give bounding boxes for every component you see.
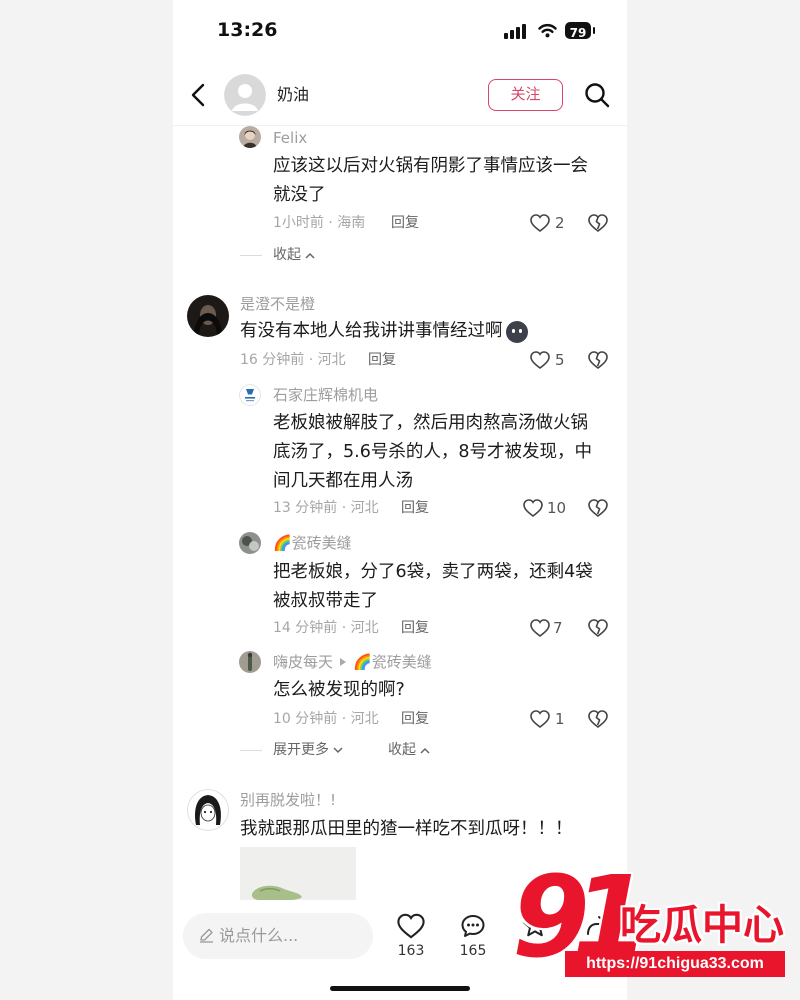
fold-divider: [240, 255, 262, 256]
battery-tip: [593, 27, 595, 34]
chevron-up-icon: [305, 252, 315, 259]
signal-icon: [504, 24, 526, 39]
comment-input-placeholder: 说点什么...: [219, 926, 299, 945]
reply-text: 应该这以后对火锅有阴影了事情应该一会 就没了: [273, 152, 588, 210]
like-icon[interactable]: [523, 499, 543, 517]
reply-button[interactable]: 回复: [401, 499, 429, 517]
user-photo-icon: [187, 295, 229, 337]
shoe-image-icon: [251, 885, 302, 901]
reply-time-location: 13 分钟前 · 河北: [273, 500, 379, 516]
like-total-count: 163: [397, 943, 425, 959]
reply-button[interactable]: 回复: [368, 351, 396, 369]
reply-time-location: 10 分钟前 · 河北: [273, 711, 379, 727]
comment-image[interactable]: [240, 847, 356, 907]
author-name[interactable]: 奶油: [277, 85, 309, 105]
dislike-icon[interactable]: [588, 214, 608, 232]
reply-avatar[interactable]: [239, 651, 261, 673]
reply-button[interactable]: 回复: [391, 214, 419, 232]
pencil-icon: [200, 928, 213, 943]
battery-level: 79: [569, 26, 587, 40]
like-count: 5: [555, 351, 565, 369]
chevron-up-icon: [420, 747, 430, 754]
reply-username[interactable]: 石家庄辉棉机电: [273, 386, 378, 404]
sticker-emoji-icon: [505, 320, 528, 343]
reply-time-location: 1小时前 · 海南: [273, 215, 366, 231]
reply-username[interactable]: 嗨皮每天: [273, 653, 333, 671]
reply-username[interactable]: 🌈瓷砖美缝: [273, 534, 352, 552]
reply-avatar[interactable]: [239, 384, 261, 406]
like-count: 1: [555, 710, 565, 728]
like-icon[interactable]: [530, 710, 550, 728]
wifi-icon: [538, 23, 557, 38]
reply-text-line: 底汤了，5.6号杀的人，8号才被发现，中: [273, 442, 592, 462]
collapse-replies-button[interactable]: 收起: [388, 741, 430, 759]
comment-username[interactable]: 是澄不是橙: [240, 295, 315, 313]
reply-text-line: 被叔叔带走了: [273, 591, 378, 611]
reply-to-username[interactable]: 🌈瓷砖美缝: [353, 653, 432, 671]
comment-text-line: 我就跟那瓜田里的猹一样吃不到瓜呀！！！: [240, 819, 573, 839]
like-count: 7: [553, 619, 563, 637]
status-time: 13:26: [217, 19, 278, 41]
company-logo-icon: [239, 384, 261, 406]
expand-label: 展开更多: [273, 742, 329, 758]
search-icon[interactable]: [584, 82, 610, 108]
like-icon[interactable]: [397, 913, 425, 939]
reply-to-arrow-icon: [340, 658, 347, 666]
user-photo-icon: [239, 532, 261, 554]
reply-text-line: 应该这以后对火锅有阴影了事情应该一会: [273, 156, 588, 176]
watermark-url: https://91chigua33.com: [565, 951, 785, 977]
like-count: 10: [547, 499, 567, 517]
dislike-icon[interactable]: [588, 710, 608, 728]
like-count: 2: [555, 214, 565, 232]
reply-text: 老板娘被解肢了，然后用肉熬高汤做火锅 底汤了，5.6号杀的人，8号才被发现，中 …: [273, 409, 592, 496]
collapse-replies-button[interactable]: 收起: [273, 246, 315, 264]
dislike-icon[interactable]: [588, 619, 608, 637]
comment-input[interactable]: 说点什么...: [183, 913, 373, 959]
reply-avatar[interactable]: [239, 126, 261, 148]
battery-icon: 79: [565, 22, 591, 40]
comment-username[interactable]: 别再脱发啦！!: [240, 791, 336, 809]
dislike-icon[interactable]: [588, 351, 608, 369]
reply-header: 嗨皮每天 🌈瓷砖美缝: [273, 653, 432, 671]
watermark-logo-text: 吃瓜中心: [620, 901, 784, 949]
dislike-icon[interactable]: [588, 499, 608, 517]
fold-divider: [240, 750, 262, 751]
reply-time-location: 14 分钟前 · 河北: [273, 620, 379, 636]
reply-text-line: 间几天都在用人汤: [273, 471, 413, 491]
user-photo-icon: [239, 651, 261, 673]
reply-avatar[interactable]: [239, 532, 261, 554]
back-icon[interactable]: [191, 83, 205, 107]
author-avatar[interactable]: [224, 74, 266, 116]
expand-more-button[interactable]: 展开更多: [273, 741, 343, 759]
reply-text-line: 怎么被发现的啊?: [273, 680, 405, 700]
reply-username[interactable]: Felix: [273, 129, 307, 147]
follow-button[interactable]: 关注: [488, 79, 563, 111]
comment-avatar[interactable]: [187, 789, 229, 831]
like-icon[interactable]: [530, 351, 550, 369]
reply-text: 怎么被发现的啊?: [273, 676, 405, 705]
reply-text-line: 就没了: [273, 185, 326, 205]
header-divider: [173, 125, 627, 126]
comment-text: 有没有本地人给我讲讲事情经过啊: [240, 317, 528, 346]
comment-time-location: 16 分钟前 · 河北: [240, 352, 346, 368]
like-icon[interactable]: [530, 214, 550, 232]
chevron-down-icon: [333, 746, 343, 753]
reply-button[interactable]: 回复: [401, 710, 429, 728]
cartoon-girl-avatar-icon: [187, 789, 229, 831]
user-photo-icon: [239, 126, 261, 148]
collapse-label: 收起: [388, 742, 416, 758]
comment-avatar[interactable]: [187, 295, 229, 337]
comment-total-count: 165: [459, 943, 487, 959]
home-indicator: [330, 986, 470, 991]
reply-text: 把老板娘，分了6袋，卖了两袋，还剩4袋 被叔叔带走了: [273, 558, 593, 616]
comment-bubble-icon[interactable]: [460, 913, 486, 939]
collapse-label: 收起: [273, 247, 301, 263]
reply-text-line: 把老板娘，分了6袋，卖了两袋，还剩4袋: [273, 562, 593, 582]
phone-screen: 13:26 79 奶油 关注 Felix 应该这以后对火锅有阴影了事情应该一会 …: [173, 0, 627, 1000]
default-avatar-icon: [224, 74, 266, 116]
comment-text-line: 有没有本地人给我讲讲事情经过啊: [240, 321, 503, 341]
reply-button[interactable]: 回复: [401, 619, 429, 637]
reply-text-line: 老板娘被解肢了，然后用肉熬高汤做火锅: [273, 413, 588, 433]
like-icon[interactable]: [530, 619, 550, 637]
